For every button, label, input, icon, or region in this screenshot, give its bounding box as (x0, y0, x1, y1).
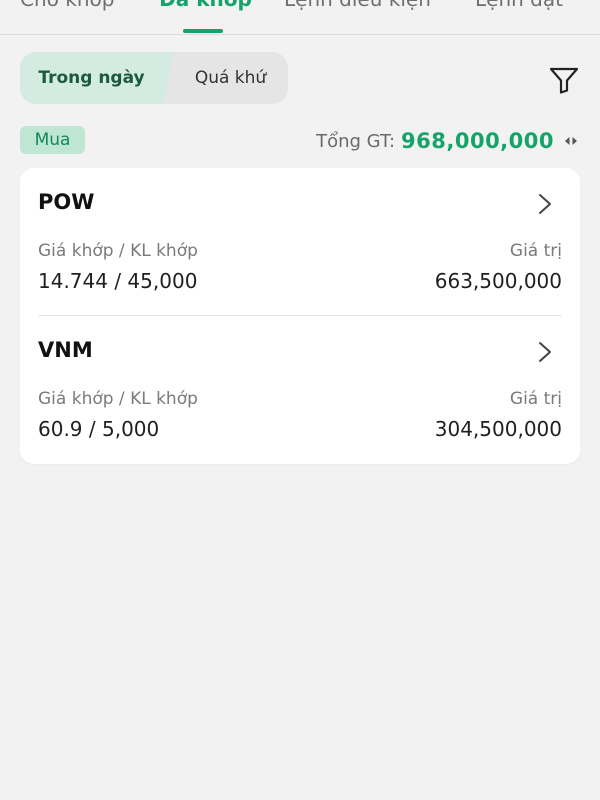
price-qty-label: Giá khớp / KL khớp (38, 241, 198, 261)
total-value-row: Tổng GT: 968,000,000 (316, 126, 578, 156)
tab-placed-orders[interactable]: Lệnh đặt (475, 0, 563, 11)
matched-orders-card: POW Giá khớp / KL khớp Giá trị 14.744 / … (20, 168, 580, 464)
filter-icon (549, 67, 579, 94)
value-label: Giá trị (509, 389, 562, 409)
segment-past-button[interactable]: Quá khứ (173, 52, 288, 104)
tab-matched[interactable]: Đã khớp (159, 0, 252, 11)
total-value-label: Tổng GT: (316, 130, 396, 152)
price-qty-value: 14.744 / 45,000 (38, 269, 198, 293)
tab-conditional-orders[interactable]: Lệnh điều kiện (284, 0, 431, 11)
left-right-arrows-icon[interactable] (564, 134, 578, 148)
order-symbol: VNM (38, 338, 93, 362)
total-value-amount: 968,000,000 (401, 129, 554, 153)
tab-pending[interactable]: Chờ khớp (20, 0, 114, 11)
segment-today-button[interactable]: Trong ngày (20, 52, 173, 104)
chevron-right-icon (539, 194, 551, 214)
order-item[interactable]: VNM Giá khớp / KL khớp Giá trị 60.9 / 5,… (20, 316, 580, 464)
order-tabs: Chờ khớp Đã khớp Lệnh điều kiện Lệnh đặt (0, 0, 600, 35)
order-symbol: POW (38, 190, 95, 214)
price-qty-value: 60.9 / 5,000 (38, 417, 160, 441)
active-tab-indicator (183, 29, 223, 33)
chevron-right-icon (539, 342, 551, 362)
filter-button[interactable] (548, 64, 580, 96)
order-item[interactable]: POW Giá khớp / KL khớp Giá trị 14.744 / … (20, 168, 580, 316)
price-qty-label: Giá khớp / KL khớp (38, 389, 198, 409)
order-value: 304,500,000 (434, 417, 562, 441)
buy-side-badge: Mua (20, 126, 85, 154)
order-value: 663,500,000 (434, 269, 562, 293)
value-label: Giá trị (509, 241, 562, 261)
period-segmented-control: Trong ngày Quá khứ (20, 52, 288, 104)
